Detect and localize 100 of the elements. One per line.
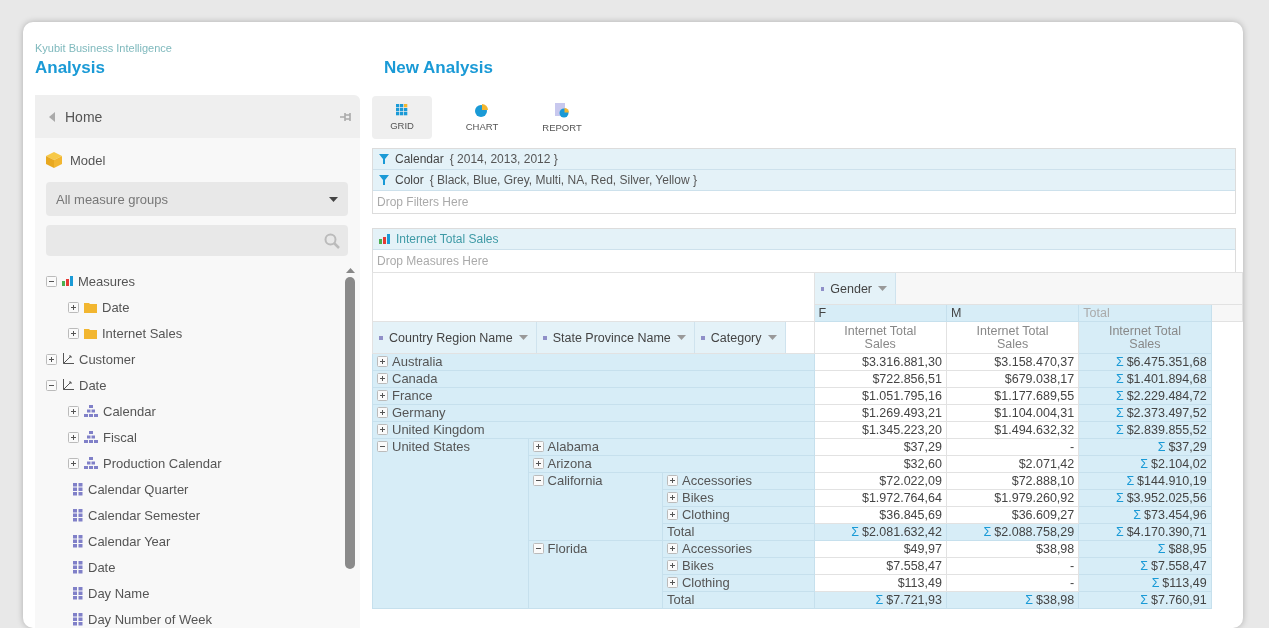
row-member[interactable]: United States [392,439,471,454]
tree-item[interactable]: Date [79,377,107,393]
value-cell: Σ $2.229.484,72 [1115,389,1207,403]
expand-icon[interactable] [68,457,79,469]
row-member[interactable]: Bikes [682,490,714,505]
expand-icon[interactable] [377,424,388,435]
value-cell: Σ $88,95 [1157,542,1207,556]
row-member[interactable]: Canada [392,371,438,386]
expand-icon[interactable] [377,390,388,401]
tree-item[interactable]: Customer [79,351,136,367]
filter-icon [379,154,389,164]
expand-icon[interactable] [667,543,678,554]
expand-icon[interactable] [532,458,544,469]
value-cell: Σ $6.475.351,68 [1115,355,1207,369]
tree-item[interactable]: Calendar [103,403,156,419]
expand-icon[interactable] [667,560,678,571]
value-cell: $36.609,27 [1011,508,1075,522]
attribute-icon [73,534,83,548]
field-marker-icon [700,335,705,340]
value-cell: $1.979.260,92 [994,491,1075,505]
column-member: M [950,306,962,320]
value-cell: $3.158.470,37 [994,355,1075,369]
row-field-chip[interactable]: State Province Name [536,322,695,353]
tree-item[interactable]: Production Calendar [103,455,222,471]
axes-icon [62,353,74,365]
tree-item[interactable]: Internet Sales [102,325,183,341]
value-cell: Σ $2.088.758,29 [983,525,1075,539]
view-tab[interactable]: REPORT [532,96,592,139]
bar-chart-icon [379,234,390,244]
expand-icon[interactable] [68,327,79,339]
value-cell: $1.494.632,32 [994,423,1075,437]
value-cell: - [1070,440,1075,454]
folder-icon [84,301,97,313]
expand-icon[interactable] [377,356,388,367]
scroll-up-icon[interactable] [345,268,355,273]
row-member[interactable]: Germany [392,405,446,420]
value-cell: $1.345.223,20 [861,423,942,437]
row-field-chip[interactable]: Country Region Name [373,322,537,353]
value-cell: $2.071,42 [1018,457,1075,471]
filter-row[interactable]: Calendar { 2014, 2013, 2012 } [373,149,1235,170]
measure-group-dropdown[interactable]: All measure groups [46,182,348,216]
tree-item[interactable]: Date [102,299,130,315]
value-cell: Σ $3.952.025,56 [1115,491,1207,505]
tree-item[interactable]: Calendar Quarter [88,481,189,497]
search-field[interactable] [46,225,348,256]
view-tab[interactable]: GRID [372,96,432,139]
row-member[interactable]: Florida [547,541,588,556]
hierarchy-icon [84,431,98,443]
tree-item[interactable]: Day Name [88,585,150,601]
value-cell: - [1070,559,1075,573]
tree-item[interactable]: Measures [78,273,136,289]
expand-icon[interactable] [667,475,678,486]
expand-icon[interactable] [68,301,79,313]
expand-icon[interactable] [667,492,678,503]
row-member[interactable]: United Kingdom [392,422,485,437]
tree-item[interactable]: Day Number of Week [88,611,213,627]
bar-chart-icon [62,276,73,286]
row-member[interactable]: Arizona [547,456,592,471]
collapse-icon[interactable] [532,543,544,554]
expand-icon[interactable] [667,577,678,588]
view-tab[interactable]: CHART [452,96,512,139]
caret-icon[interactable] [329,196,338,202]
column-field-chip[interactable]: Gender [814,273,896,304]
expand-icon[interactable] [667,509,678,520]
expand-icon[interactable] [377,407,388,418]
total-label: Total [667,592,695,607]
attribute-icon [73,482,83,496]
row-member[interactable]: Alabama [547,439,599,454]
collapse-icon[interactable] [532,475,544,486]
collapse-icon[interactable] [46,379,57,391]
collapse-icon[interactable] [377,441,388,452]
page-title: Analysis [35,58,106,78]
expand-icon[interactable] [532,441,544,452]
row-member[interactable]: Bikes [682,558,714,573]
expand-icon[interactable] [68,405,79,417]
attribute-icon [73,508,83,522]
tree-item[interactable]: Date [88,559,116,575]
row-field-chip[interactable]: Category [694,322,786,353]
grid-icon [396,104,408,116]
attribute-icon [73,612,83,626]
tree-item[interactable]: Calendar Semester [88,507,200,523]
report-icon [555,102,569,118]
filter-row[interactable]: Color { Black, Blue, Grey, Multi, NA, Red, Silver, Yellow } [373,170,1235,191]
value-cell: $3.316.881,30 [861,355,942,369]
value-cell: Σ $2.373.497,52 [1115,406,1207,420]
field-marker-icon [542,335,547,340]
value-cell: Σ $144.910,19 [1126,474,1207,488]
expand-icon[interactable] [377,373,388,384]
expand-icon[interactable] [46,353,57,365]
expand-icon[interactable] [68,431,79,443]
value-cell: Σ $113,49 [1151,576,1207,590]
row-member[interactable]: Australia [392,354,443,369]
attribute-icon [73,586,83,600]
collapse-icon[interactable] [46,275,57,287]
row-member[interactable]: California [547,473,603,488]
value-cell: Σ $1.401.894,68 [1115,372,1207,386]
tree-item[interactable]: Fiscal [103,429,137,445]
analysis-title: New Analysis [383,57,494,78]
row-member[interactable]: France [392,388,433,403]
tree-item[interactable]: Calendar Year [88,533,171,549]
